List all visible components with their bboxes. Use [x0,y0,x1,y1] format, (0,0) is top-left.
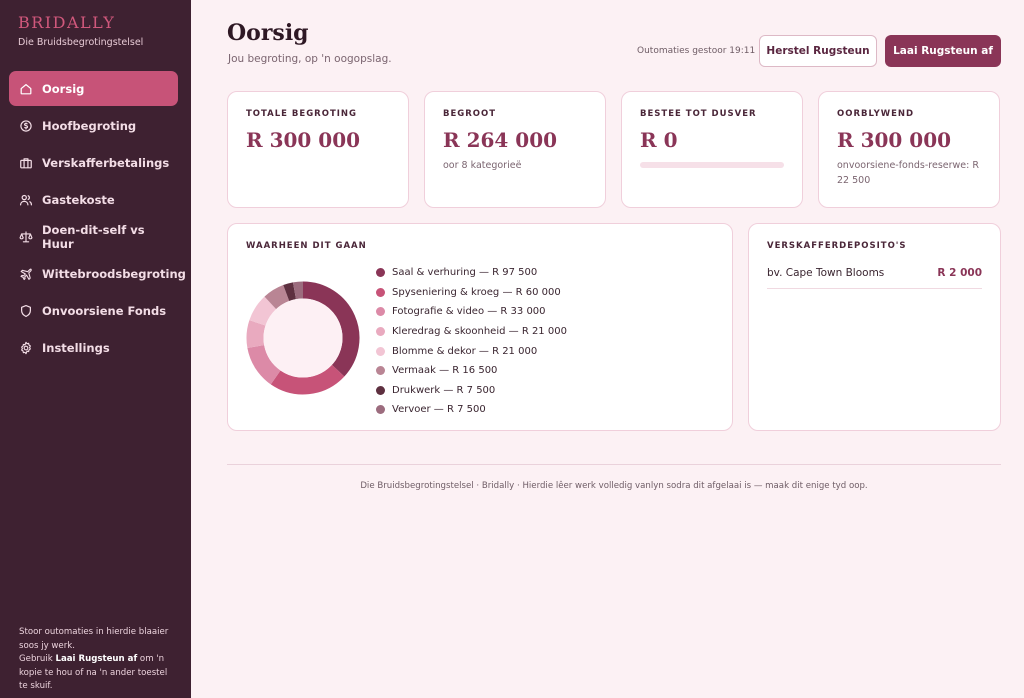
briefcase-icon [20,157,32,168]
legend-label: Kleredrag & skoonheid — R 21 000 [392,326,567,338]
note-bold: Laai Rugsteun af [55,654,138,665]
donut-slice [264,285,290,310]
breakdown-card: WAARHEEN DIT GAAN Saal & verhuring — R 9… [227,223,733,431]
stat-label: BESTEE TOT DUSVER [640,109,757,119]
donut-svg [246,281,360,395]
stat-card-total: TOTALE BEGROTING R 300 000 [227,91,409,208]
deposit-row[interactable]: bv. Cape Town Blooms R 2 000 [767,267,982,289]
stat-label: OORBLYWEND [837,109,915,119]
sidebar-item-label: Verskafferbetalings [42,155,170,170]
brand-logo: BRIDALLY [18,13,116,32]
deposits-card: VERSKAFFERDEPOSITO'S bv. Cape Town Bloom… [748,223,1001,431]
section-label: VERSKAFFERDEPOSITO'S [767,241,907,251]
legend-swatch [376,405,385,415]
legend: Saal & verhuring — R 97 500 Spyseniering … [376,263,567,420]
legend-item: Kleredrag & skoonheid — R 21 000 [376,322,567,342]
users-icon [19,194,33,205]
stat-card-remaining: OORBLYWEND R 300 000 onvoorsiene-fonds-r… [818,91,1000,208]
sidebar-item-label: Gastekoste [42,192,115,207]
donut-chart [246,281,360,395]
legend-item: Drukwerk — R 7 500 [376,381,567,401]
sidebar-item-verskafferbetalings[interactable]: Verskafferbetalings [9,145,178,180]
legend-label: Saal & verhuring — R 97 500 [392,267,538,279]
restore-backup-button[interactable]: Herstel Rugsteun [759,35,877,67]
coin-icon [20,119,32,132]
spent-progress-bar [640,162,784,168]
legend-item: Spyseniering & kroeg — R 60 000 [376,283,567,303]
stat-value: R 0 [640,128,678,152]
donut-hole [263,298,343,378]
donut-slice [283,282,297,302]
sidebar-item-wittebroodsbegroting[interactable]: Wittebroodsbegroting [9,256,186,291]
section-label: WAARHEEN DIT GAAN [246,241,367,251]
sidebar-note: Stoor outomaties in hierdie blaaier soos… [19,626,169,694]
brand: BRIDALLY Die Bruidsbegrotingstelsel [18,13,143,48]
legend-label: Vervoer — R 7 500 [392,404,486,416]
footer-text: Die Bruidsbegrotingstelsel · Bridally · … [360,481,868,491]
deposit-amount: R 2 000 [937,267,982,279]
legend-item: Saal & verhuring — R 97 500 [376,263,567,283]
sidebar-item-label: Wittebroodsbegroting [42,266,186,281]
sidebar-item-label: Hoofbegroting [42,118,137,133]
sidebar-item-gastekoste[interactable]: Gastekoste [9,182,178,217]
deposit-vendor: bv. Cape Town Blooms [767,267,885,279]
stat-sub: oor 8 kategorieë [443,160,522,171]
sidebar-item-doen-dit-self[interactable]: Doen-dit-self vs Huur [9,219,178,254]
sidebar-note-line1: Stoor outomaties in hierdie blaaier soos… [19,627,169,651]
legend-swatch [376,366,385,376]
sidebar-note-line2: Gebruik Laai Rugsteun af om 'n kopie te … [19,653,169,694]
legend-item: Fotografie & video — R 33 000 [376,302,567,322]
legend-swatch [376,346,385,356]
legend-item: Blomme & dekor — R 21 000 [376,341,567,361]
sidebar-item-label: Oorsig [42,81,85,96]
stat-card-budgeted: BEGROOT R 264 000 oor 8 kategorieë [424,91,606,208]
legend-label: Spyseniering & kroeg — R 60 000 [392,286,561,298]
page-subtitle: Jou begroting, op 'n oogopslag. [228,53,392,65]
legend-swatch [376,307,385,317]
legend-item: Vermaak — R 16 500 [376,361,567,381]
legend-label: Drukwerk — R 7 500 [392,384,496,396]
stat-sub: onvoorsiene-fonds-reserwe: R 22 500 [837,160,979,186]
main-content: Oorsig Jou begroting, op 'n oogopslag. O… [191,0,1024,698]
sidebar: BRIDALLY Die Bruidsbegrotingstelsel Oors… [0,0,191,698]
sidebar-item-hoofbegroting[interactable]: Hoofbegroting [9,108,178,143]
sidebar-item-oorsig[interactable]: Oorsig [9,71,178,106]
sidebar-item-instellings[interactable]: Instellings [9,330,178,365]
page-title: Oorsig [227,20,309,46]
home-icon [20,83,32,94]
plane-icon [20,268,32,280]
legend-item: Vervoer — R 7 500 [376,400,567,420]
divider [227,464,1001,465]
donut-slice [246,320,266,349]
legend-swatch [376,268,385,278]
shield-icon [21,304,31,317]
donut-slice [292,281,304,300]
sidebar-item-label: Doen-dit-self vs Huur [42,222,145,251]
legend-label: Blomme & dekor — R 21 000 [392,345,538,357]
sidebar-nav: Oorsig Hoofbegroting Verskafferbetalings… [9,71,186,367]
sidebar-item-label: Instellings [42,340,110,355]
legend-swatch [376,385,385,395]
download-backup-button[interactable]: Laai Rugsteun af [885,35,1001,67]
scale-icon [19,230,33,242]
legend-label: Fotografie & video — R 33 000 [392,306,546,318]
brand-subtitle: Die Bruidsbegrotingstelsel [18,37,144,48]
sidebar-item-onvoorsiene-fonds[interactable]: Onvoorsiene Fonds [9,293,178,328]
legend-swatch [376,287,385,297]
sidebar-item-label: Onvoorsiene Fonds [42,303,167,318]
stat-value: R 300 000 [837,128,952,152]
stat-label: TOTALE BEGROTING [246,109,358,119]
legend-swatch [376,327,385,337]
autosave-status: Outomaties gestoor 19:11 [637,46,756,56]
stat-value: R 264 000 [443,128,558,152]
note-prefix: Gebruik [19,654,56,665]
gear-icon [21,341,31,354]
stat-label: BEGROOT [443,109,497,119]
stat-value: R 300 000 [246,128,361,152]
legend-label: Vermaak — R 16 500 [392,365,498,377]
stat-card-spent: BESTEE TOT DUSVER R 0 [621,91,803,208]
